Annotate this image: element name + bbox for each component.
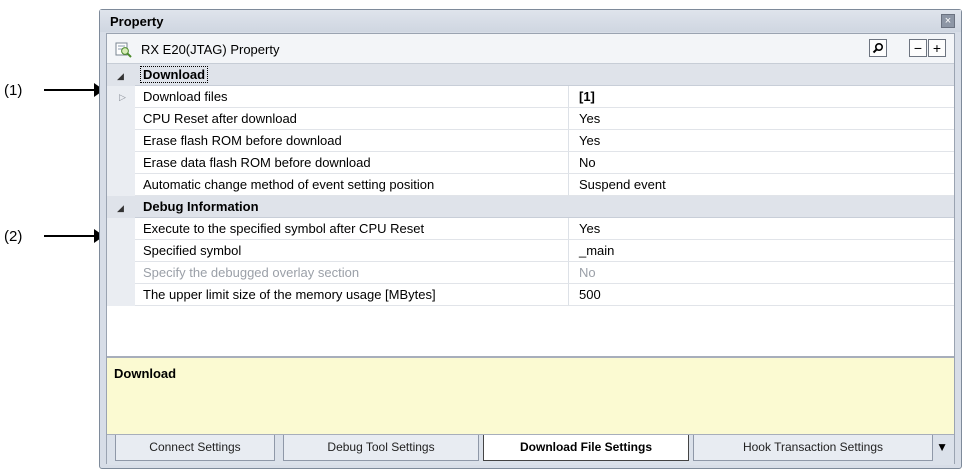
row-gutter — [107, 130, 135, 152]
tab-connect-settings[interactable]: Connect Settings — [115, 435, 275, 461]
panel-title: Property — [110, 14, 164, 29]
callout-1: (1) — [0, 80, 104, 100]
category-row-debug-information[interactable]: ◢ Debug Information — [107, 196, 954, 218]
row-gutter: ▷ — [107, 86, 135, 108]
row-gutter — [107, 152, 135, 174]
expand-all-button[interactable]: + — [928, 39, 946, 57]
property-value[interactable]: Yes — [569, 108, 954, 130]
tab-download-file-settings[interactable]: Download File Settings — [483, 435, 689, 461]
row-gutter — [107, 174, 135, 196]
row-gutter: ◢ — [107, 64, 135, 86]
property-content: RX E20(JTAG) Property − + ◢ Download ▷ D… — [106, 33, 955, 465]
property-name: Execute to the specified symbol after CP… — [135, 218, 569, 240]
row-gutter — [107, 284, 135, 306]
close-icon[interactable]: × — [941, 14, 955, 28]
callout-arrow — [44, 83, 104, 97]
property-name: The upper limit size of the memory usage… — [135, 284, 569, 306]
property-value[interactable]: Suspend event — [569, 174, 954, 196]
property-row[interactable]: Erase data flash ROM before download No — [107, 152, 954, 174]
property-toolbar: RX E20(JTAG) Property − + — [107, 34, 954, 64]
property-name: Specify the debugged overlay section — [135, 262, 569, 284]
collapse-triangle-icon[interactable]: ◢ — [117, 203, 124, 214]
row-gutter — [107, 218, 135, 240]
row-gutter — [107, 240, 135, 262]
property-row[interactable]: Execute to the specified symbol after CP… — [107, 218, 954, 240]
property-value[interactable]: No — [569, 152, 954, 174]
property-value[interactable]: 500 — [569, 284, 954, 306]
property-value[interactable]: [1] — [569, 86, 954, 108]
expand-triangle-icon[interactable]: ▷ — [119, 92, 126, 103]
tab-strip: Connect Settings Debug Tool Settings Dow… — [107, 434, 954, 465]
collapse-all-button[interactable]: − — [909, 39, 927, 57]
property-row[interactable]: Specify the debugged overlay section No — [107, 262, 954, 284]
property-row[interactable]: The upper limit size of the memory usage… — [107, 284, 954, 306]
property-name: Download files — [135, 86, 569, 108]
description-title: Download — [114, 366, 177, 381]
tab-list-dropdown-icon[interactable]: ▼ — [936, 440, 948, 454]
property-name: Automatic change method of event setting… — [135, 174, 569, 196]
search-button[interactable] — [869, 39, 887, 57]
description-area: Download — [107, 356, 954, 435]
property-value[interactable]: Yes — [569, 218, 954, 240]
property-row[interactable]: ▷ Download files [1] — [107, 86, 954, 108]
property-grid: ◢ Download ▷ Download files [1] CPU Rese… — [107, 64, 954, 354]
callout-arrow — [44, 229, 104, 243]
property-name: Erase flash ROM before download — [135, 130, 569, 152]
property-row[interactable]: Specified symbol _main — [107, 240, 954, 262]
property-name: Specified symbol — [135, 240, 569, 262]
row-gutter: ◢ — [107, 196, 135, 218]
property-page-icon — [115, 42, 132, 58]
property-title: RX E20(JTAG) Property — [141, 42, 280, 57]
search-icon — [872, 42, 884, 54]
callout-label: (1) — [4, 81, 23, 99]
property-row[interactable]: CPU Reset after download Yes — [107, 108, 954, 130]
category-name: Download — [135, 64, 954, 86]
property-row[interactable]: Erase flash ROM before download Yes — [107, 130, 954, 152]
property-panel: Property × RX E20(JTAG) Property − + ◢ D… — [99, 9, 962, 469]
property-name: Erase data flash ROM before download — [135, 152, 569, 174]
collapse-triangle-icon[interactable]: ◢ — [117, 71, 124, 82]
property-value[interactable]: Yes — [569, 130, 954, 152]
row-gutter — [107, 262, 135, 284]
category-name: Debug Information — [135, 196, 954, 218]
property-row[interactable]: Automatic change method of event setting… — [107, 174, 954, 196]
property-name: CPU Reset after download — [135, 108, 569, 130]
row-gutter — [107, 108, 135, 130]
callout-2: (2) — [0, 226, 104, 246]
tab-hook-transaction-settings[interactable]: Hook Transaction Settings — [693, 435, 933, 461]
property-value[interactable]: _main — [569, 240, 954, 262]
panel-titlebar: Property × — [100, 10, 961, 32]
category-row-download[interactable]: ◢ Download — [107, 64, 954, 86]
property-value: No — [569, 262, 954, 284]
callout-label: (2) — [4, 227, 23, 245]
tab-debug-tool-settings[interactable]: Debug Tool Settings — [283, 435, 479, 461]
